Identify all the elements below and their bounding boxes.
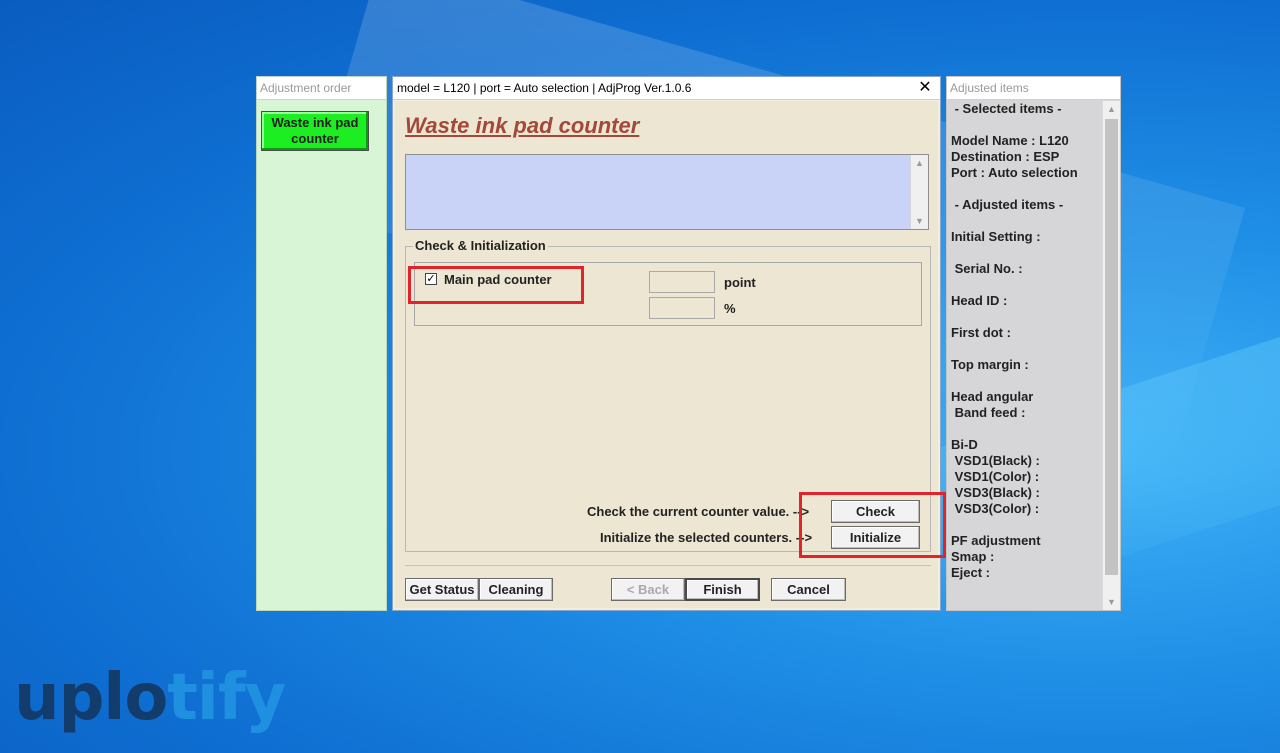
adjusted-item-line bbox=[951, 517, 1078, 533]
scroll-down-icon[interactable]: ▼ bbox=[1103, 594, 1120, 610]
adjusted-item-line: First dot : bbox=[951, 325, 1011, 340]
finish-button[interactable]: Finish bbox=[685, 578, 760, 601]
scroll-up-icon[interactable]: ▲ bbox=[1103, 101, 1120, 117]
adjusted-item-line bbox=[951, 309, 1078, 325]
adjprog-dialog: model = L120 | port = Auto selection | A… bbox=[392, 76, 946, 611]
adjusted-item-line bbox=[951, 245, 1078, 261]
adjusted-items-header: Adjusted items bbox=[947, 77, 1120, 100]
adjusted-item-line: PF adjustment bbox=[951, 533, 1041, 548]
adjustment-order-header: Adjustment order bbox=[257, 77, 386, 100]
adjusted-item-line: Eject : bbox=[951, 565, 991, 580]
window-title: model = L120 | port = Auto selection | A… bbox=[397, 81, 692, 95]
adjusted-items-list: - Selected items - Model Name : L120 Desti… bbox=[951, 101, 1078, 581]
highlight-box bbox=[799, 492, 946, 558]
adjusted-item-line: Top margin : bbox=[951, 357, 1029, 372]
page-title: Waste ink pad counter bbox=[405, 113, 640, 138]
waste-ink-pad-counter-button[interactable]: Waste ink pad counter bbox=[261, 111, 369, 151]
close-icon[interactable]: ✕ bbox=[916, 77, 934, 99]
adjusted-item-line bbox=[951, 421, 1078, 437]
adjusted-item-line: Head angular bbox=[951, 389, 1034, 404]
adjusted-item-line bbox=[951, 277, 1078, 293]
adjusted-item-line: - Adjusted items - bbox=[951, 197, 1064, 212]
back-button[interactable]: < Back bbox=[611, 578, 685, 601]
divider bbox=[405, 565, 931, 566]
adjusted-item-line: Model Name : L120 bbox=[951, 133, 1069, 148]
adjusted-items-scrollbar[interactable]: ▲ ▼ bbox=[1102, 101, 1120, 610]
adjusted-item-line: Destination : ESP bbox=[951, 149, 1060, 164]
adjusted-item-line: VSD1(Color) : bbox=[951, 469, 1040, 484]
message-scrollbar[interactable]: ▲ ▼ bbox=[910, 155, 928, 229]
percent-unit-label: % bbox=[724, 301, 736, 316]
adjusted-item-line bbox=[951, 373, 1078, 389]
adjusted-item-line: VSD3(Black) : bbox=[951, 485, 1040, 500]
counter-box: ✓ Main pad counter point % bbox=[408, 262, 922, 326]
message-area: ▲ ▼ bbox=[405, 154, 929, 230]
adjusted-item-line: Band feed : bbox=[951, 405, 1026, 420]
adjusted-items-panel: Adjusted items - Selected items - Model N… bbox=[946, 76, 1121, 611]
group-title: Check & Initialization bbox=[413, 238, 548, 253]
adjusted-item-line: Serial No. : bbox=[951, 261, 1023, 276]
adjusted-item-line: VSD3(Color) : bbox=[951, 501, 1040, 516]
adjusted-item-line: Port : Auto selection bbox=[951, 165, 1078, 180]
cleaning-button[interactable]: Cleaning bbox=[479, 578, 553, 601]
check-instruction: Check the current counter value. --> bbox=[587, 504, 810, 519]
initialize-instruction: Initialize the selected counters. --> bbox=[600, 530, 813, 545]
get-status-button[interactable]: Get Status bbox=[405, 578, 479, 601]
adjusted-item-line bbox=[951, 117, 1078, 133]
highlight-box bbox=[408, 266, 584, 304]
check-initialization-group: Check & Initialization ✓ Main pad counte… bbox=[405, 238, 946, 558]
point-value-field bbox=[649, 271, 715, 293]
percent-value-field bbox=[649, 297, 715, 319]
adjustment-order-panel: Adjustment order Waste ink pad counter bbox=[256, 76, 387, 611]
dialog-body: Waste ink pad counter ▲ ▼ Check & Initia… bbox=[395, 101, 946, 608]
point-unit-label: point bbox=[724, 275, 756, 290]
uplotify-watermark-logo: uplotify bbox=[14, 661, 286, 735]
adjusted-item-line: VSD1(Black) : bbox=[951, 453, 1040, 468]
scrollbar-thumb[interactable] bbox=[1105, 119, 1118, 575]
adjusted-item-line bbox=[951, 341, 1078, 357]
adjusted-item-line bbox=[951, 181, 1078, 197]
adjusted-item-line: Smap : bbox=[951, 549, 995, 564]
adjusted-item-line: - Selected items - bbox=[951, 101, 1062, 116]
scroll-up-icon[interactable]: ▲ bbox=[911, 155, 928, 171]
title-bar: model = L120 | port = Auto selection | A… bbox=[393, 77, 940, 100]
cancel-button[interactable]: Cancel bbox=[771, 578, 846, 601]
scroll-down-icon[interactable]: ▼ bbox=[911, 213, 928, 229]
adjusted-item-line bbox=[951, 213, 1078, 229]
adjusted-item-line: Bi-D bbox=[951, 437, 978, 452]
adjusted-item-line: Initial Setting : bbox=[951, 229, 1041, 244]
adjusted-item-line: Head ID : bbox=[951, 293, 1008, 308]
